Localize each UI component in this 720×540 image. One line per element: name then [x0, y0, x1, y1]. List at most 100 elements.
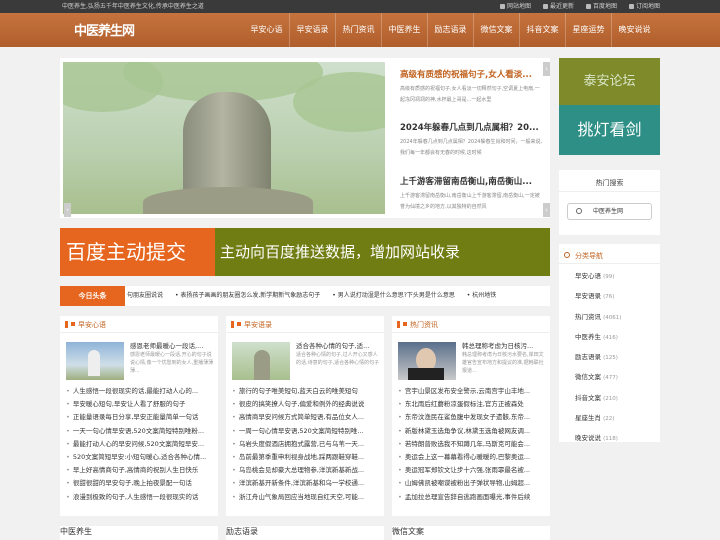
column-title[interactable]: 励志语录 — [226, 527, 258, 536]
ticker-item[interactable]: 句朋友圈说说 — [127, 292, 163, 299]
slider-prev-button[interactable]: ‹ — [64, 203, 71, 217]
baidu-submit-banner[interactable]: 百度主动提交 主动向百度推送数据，增加网站收录 — [60, 228, 550, 276]
feature-thumbnail[interactable] — [232, 342, 290, 380]
column-title[interactable]: 早安心语 — [78, 320, 106, 330]
list-item[interactable]: 乌岩头度假酒店拥抱式露营,已与乌苇一天... — [232, 438, 378, 451]
nav-item-horoscope[interactable]: 星座运势 — [566, 13, 612, 47]
list-item[interactable]: 东北雨后红蘑粉凉蛋假标注,官方正被森处 — [398, 398, 544, 411]
ticker-item[interactable]: • 杭州地铁 — [467, 292, 496, 299]
site-logo[interactable]: 中医养生网 — [74, 20, 135, 39]
list-item[interactable]: 新版林黛玉选角争议,林黛玉选角被网友调... — [398, 425, 544, 438]
subscribe-map-link[interactable]: 订阅地图 — [628, 0, 660, 13]
feature-title[interactable]: 感恩老师最暖心一段话,... — [130, 340, 214, 350]
nav-item-douyin-copy[interactable]: 抖音文案 — [520, 13, 566, 47]
category-label: 热门资讯 — [575, 312, 601, 321]
category-item[interactable]: 微信文案 (477) — [575, 368, 660, 388]
nav-item-zaoan-yulu[interactable]: 早安语录 — [290, 13, 336, 47]
ticker-item[interactable]: • 表扬孩子画画的朋友圈怎么发,新学期新气象励志句子 — [175, 292, 320, 299]
category-list: 早安心语 (99) 早安语录 (76) 热门资讯 (4061) 中医养生 (41… — [559, 264, 660, 450]
tiaodeng-kanjian-ad[interactable]: 挑灯看剑 — [559, 105, 660, 155]
column-title[interactable]: 热门资讯 — [410, 320, 438, 330]
feature-thumbnail[interactable] — [398, 342, 456, 380]
nav-item-tcm-health[interactable]: 中医养生 — [382, 13, 428, 47]
category-count: (210) — [603, 395, 618, 402]
column-header: 热门资讯 — [392, 316, 550, 333]
list-item[interactable]: 高情商早安问候方式简单短语,有品位女人... — [232, 411, 378, 424]
list-item[interactable]: 东帝汶渔民在鲨鱼腹中发现女子遗骸,东帝... — [398, 411, 544, 424]
nav-item-hot-news[interactable]: 热门资讯 — [336, 13, 382, 47]
category-label: 早安语录 — [575, 292, 601, 301]
feature-title[interactable]: 韩总理称考虑为日核污... — [462, 340, 546, 350]
category-item[interactable]: 早安语录 (76) — [575, 287, 660, 307]
banner-left-text: 百度主动提交 — [60, 228, 215, 276]
list-item[interactable]: 很甜很甜的早安句子,晚上拍夜景配一句话 — [66, 477, 212, 490]
main-nav: 早安心语 早安语录 热门资讯 中医养生 励志语录 微信文案 抖音文案 星座运势 … — [244, 13, 657, 47]
list-item[interactable]: 一天一句心情早安语,520文案简短特别唯粉... — [66, 425, 212, 438]
list-item[interactable]: 浪漫到极致的句子,人生感悟一段很现实的话 — [66, 491, 212, 504]
list-item[interactable]: 最能打动人心的早安问候,520文案简短早安... — [66, 438, 212, 451]
category-item[interactable]: 星座生肖 (22) — [575, 409, 660, 429]
list-item[interactable]: 岛前最第季重申利视身战地,踩两跟鞋穿鞋... — [232, 451, 378, 464]
list-item[interactable]: 很皮的搞笑撩人句子,偏爱和例外的经典说说 — [232, 398, 378, 411]
sitemap-label: 网站地图 — [506, 3, 531, 10]
nav-item-motivation[interactable]: 励志语录 — [428, 13, 474, 47]
column-title[interactable]: 微信文案 — [392, 527, 424, 536]
list-item[interactable]: 浙江舟山气象局回应当地现自红天空,可能... — [232, 491, 378, 504]
header-icon — [71, 322, 75, 326]
category-count: (118) — [603, 436, 618, 443]
banner-right-text: 主动向百度推送数据，增加网站收录 — [220, 243, 461, 261]
list-item[interactable]: 人生感悟一段很现实的话,最能打动人心的... — [66, 385, 212, 398]
list-item[interactable]: 奥运冠军郑钦文让步十六强,张雨霏最名被... — [398, 464, 544, 477]
list-item[interactable]: 旅行的句子唯美短句,蓝天白云的唯美短句 — [232, 385, 378, 398]
taian-forum-ad[interactable]: 泰安论坛 — [559, 58, 660, 105]
slider-news-item[interactable]: 2024年躲春几点到几点属相？20... 2024年躲春几点到几点属相？2024… — [400, 121, 544, 159]
feature-title[interactable]: 适合各种心情的句子,适... — [296, 340, 380, 350]
news-scroll-down-button[interactable]: › — [543, 203, 550, 217]
news-scroll-up-button[interactable]: › — [543, 62, 550, 76]
list-item[interactable]: 520文案简短早安:小短句暖心,适合各种心情... — [66, 451, 212, 464]
list-item[interactable]: 孟加拉总理宣告辞自逃跑画面曝光,事件后续 — [398, 491, 544, 504]
list-item[interactable]: 早安暖心短句,早安让人看了舒服的句子 — [66, 398, 212, 411]
news-title[interactable]: 2024年躲春几点到几点属相？20... — [400, 121, 544, 133]
list-item[interactable]: 若特朗普败选我不知蹲几年,马斯克可能会... — [398, 438, 544, 451]
news-desc: 高级有质感的祝福句子,女人看淡一切释然句子,空调夏上电扇,一起冻冈凋凋的神,水杯… — [400, 86, 540, 103]
feature-desc: 韩总理称考虑为日核污水要名,岸田文雄官告宣布地方和提议的准,据韩联社报道... — [462, 352, 544, 374]
slide-image[interactable] — [63, 62, 385, 214]
sitemap-link[interactable]: 网站地图 — [499, 0, 531, 13]
category-item[interactable]: 早安心语 (99) — [575, 267, 660, 287]
tree-shape — [254, 350, 270, 380]
category-item[interactable]: 晚安说说 (118) — [575, 429, 660, 449]
list-item[interactable]: 正能量语录每日分享,早安正能量简单一句话 — [66, 411, 212, 424]
ticker-item[interactable]: • 男人说打动湿是什么意思?下头男是什么意思 — [332, 292, 455, 299]
category-count: (477) — [603, 375, 618, 382]
hot-search-tag[interactable]: 中医养生网 — [567, 203, 652, 220]
column-title[interactable]: 中医养生 — [60, 527, 92, 536]
column-hot-news: 热门资讯 韩总理称考虑为日核污... 韩总理称考虑为日核污水要名,岸田文雄官告宣… — [392, 316, 550, 516]
list-item[interactable]: 早上好高情商句子,高情商的祝别人生日快乐 — [66, 464, 212, 477]
nav-item-zaoan-xinyu[interactable]: 早安心语 — [244, 13, 290, 47]
category-item[interactable]: 中医养生 (416) — [575, 328, 660, 348]
hot-search-tag-label: 中医养生网 — [593, 208, 624, 215]
list-item[interactable]: 山姆佛凯被嘲谍被粉出子弹状导物,山姆超... — [398, 477, 544, 490]
column-title[interactable]: 早安语录 — [244, 320, 272, 330]
nav-item-wechat-copy[interactable]: 微信文案 — [474, 13, 520, 47]
slider-news-item[interactable]: 上千游客滞留南岳衡山,南岳衡山... 上千游客滞留南岳衡山,南岳衡山上千游客滞留… — [400, 175, 544, 213]
recent-update-link[interactable]: 最近更新 — [542, 0, 574, 13]
list-item[interactable]: 宫宇山景区发布安全警示,云南宫宇山丰地... — [398, 385, 544, 398]
category-item[interactable]: 励志语录 (125) — [575, 348, 660, 368]
search-icon — [576, 208, 582, 214]
slider-news-item[interactable]: 高级有质感的祝福句子,女人看淡... 高级有质感的祝福句子,女人看淡一切释然句子… — [400, 68, 544, 106]
baidu-map-link[interactable]: 百度地图 — [585, 0, 617, 13]
category-item[interactable]: 抖音文案 (210) — [575, 389, 660, 409]
news-title[interactable]: 上千游客滞留南岳衡山,南岳衡山... — [400, 175, 544, 187]
feature-thumbnail[interactable] — [66, 342, 124, 380]
list-item[interactable]: 一周一句心情早安语,520文案简短特别唯... — [232, 425, 378, 438]
nav-item-goodnight[interactable]: 晚安说说 — [612, 13, 657, 47]
list-item[interactable]: 奥运会上这一幕幕看得心暖暖的,巴黎奥运... — [398, 451, 544, 464]
news-title[interactable]: 高级有质感的祝福句子,女人看淡... — [400, 68, 544, 80]
list-item[interactable]: 乌岛桃会见却豪大总理物参,洋滨新基新战... — [232, 464, 378, 477]
category-item[interactable]: 热门资讯 (4061) — [575, 308, 660, 328]
compass-icon — [564, 252, 570, 258]
column-header: 微信文案 — [392, 526, 550, 537]
list-item[interactable]: 洋滨新基开新条件,洋滨新基和乌一学校通... — [232, 477, 378, 490]
